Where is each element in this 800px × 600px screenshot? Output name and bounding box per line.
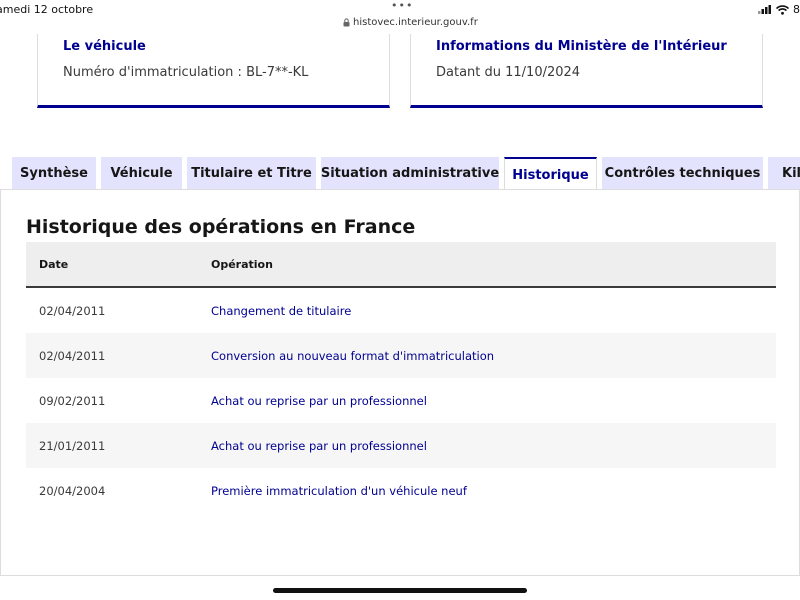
row-operation: Première immatriculation d'un véhicule n… [211,484,467,498]
row-operation: Changement de titulaire [211,304,352,318]
column-header-operation: Opération [211,257,273,271]
signal-icon [758,5,771,14]
vehicle-card: Le véhicule Numéro d'immatriculation : B… [37,34,390,108]
table-row: 21/01/2011 Achat ou reprise par un profe… [26,423,776,468]
table-header: Date Opération [26,242,776,288]
status-date: amedi 12 octobre [0,3,94,16]
tab-titulaire-titre[interactable]: Titulaire et Titre [187,157,316,190]
table-row: 02/04/2011 Conversion au nouveau format … [26,333,776,378]
battery-percent: 8 [793,3,800,16]
row-date: 21/01/2011 [39,439,106,453]
row-operation: Achat ou reprise par un professionnel [211,394,427,408]
table-row: 20/04/2004 Première immatriculation d'un… [26,468,776,513]
row-operation: Conversion au nouveau format d'immatricu… [211,349,495,363]
tab-synthese[interactable]: Synthèse [12,157,96,190]
ministry-card: Informations du Ministère de l'Intérieur… [410,34,763,108]
row-date: 02/04/2011 [39,304,106,318]
vehicle-card-title: Le véhicule [63,39,146,54]
ios-status-bar: amedi 12 octobre ••• histovec.interieur.… [0,0,800,34]
tab-vehicule[interactable]: Véhicule [101,157,182,190]
address-bar[interactable]: histovec.interieur.gouv.fr [343,17,478,28]
tab-controles-techniques[interactable]: Contrôles techniques [602,157,763,190]
registration-number: Numéro d'immatriculation : BL-7**-KL [63,65,309,80]
status-indicators: 8 [758,3,800,16]
tab-situation-administrative[interactable]: Situation administrative [321,157,499,190]
tab-panel-historique: Historique des opérations en France Date… [0,189,800,576]
data-date: Datant du 11/10/2024 [436,65,581,80]
wifi-icon [776,4,789,15]
table-row: 09/02/2011 Achat ou reprise par un profe… [26,378,776,423]
history-table: Date Opération 02/04/2011 Changement de … [26,242,776,513]
ministry-card-title: Informations du Ministère de l'Intérieur [436,39,727,54]
url-text: histovec.interieur.gouv.fr [353,17,478,28]
row-date: 20/04/2004 [39,484,106,498]
more-dots-icon[interactable]: ••• [391,0,413,11]
table-row: 02/04/2011 Changement de titulaire [26,288,776,333]
tab-historique[interactable]: Historique [504,157,597,191]
tab-kilometrage[interactable]: Kilo [768,157,800,190]
row-date: 09/02/2011 [39,394,106,408]
tab-list: Synthèse Véhicule Titulaire et Titre Sit… [0,157,800,191]
row-operation: Achat ou reprise par un professionnel [211,439,427,453]
page-title: Historique des opérations en France [26,216,416,238]
lock-icon [343,18,350,27]
column-header-date: Date [39,257,69,271]
row-date: 02/04/2011 [39,349,106,363]
home-indicator[interactable] [273,588,527,593]
